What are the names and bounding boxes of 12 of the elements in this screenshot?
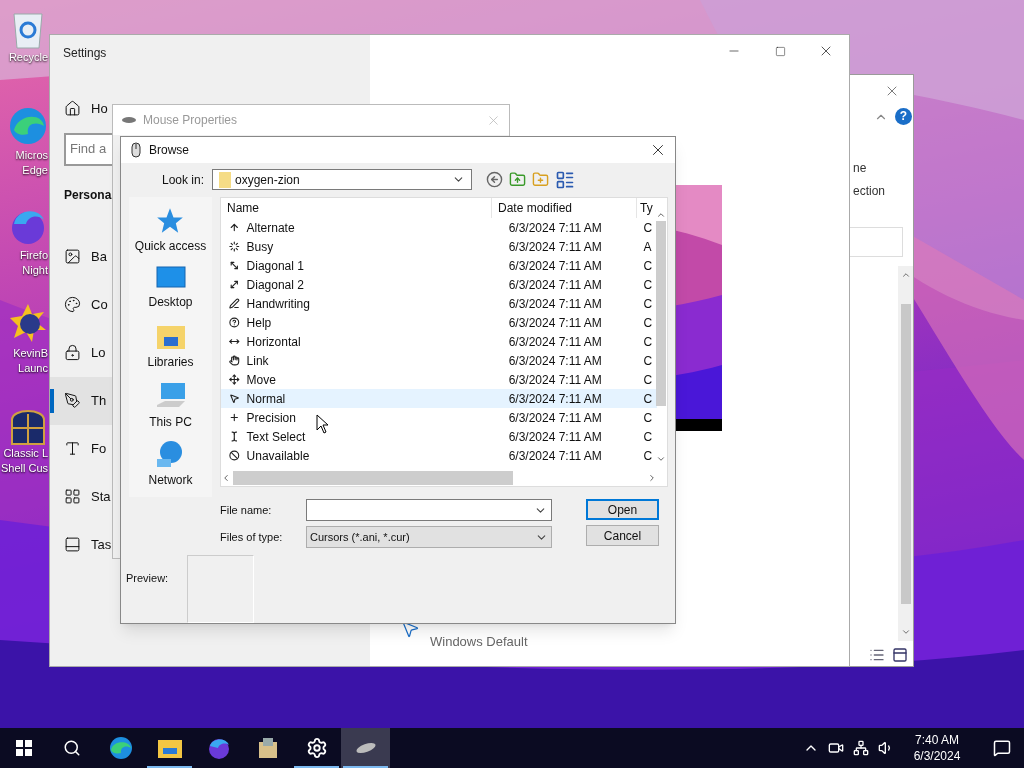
camera-icon[interactable] (828, 740, 844, 756)
settings-icon (305, 737, 328, 759)
notification-icon[interactable] (993, 739, 1011, 757)
taskbar-app[interactable] (341, 728, 390, 768)
clock[interactable]: 7:40 AM 6/3/2024 (903, 732, 971, 764)
folder-icon (157, 738, 182, 758)
network-icon[interactable] (853, 740, 869, 756)
browser-icon (108, 736, 133, 760)
browser-icon (206, 736, 231, 760)
search-icon[interactable] (63, 739, 81, 757)
archive-icon (256, 736, 279, 760)
windows-logo-icon[interactable] (16, 740, 32, 756)
